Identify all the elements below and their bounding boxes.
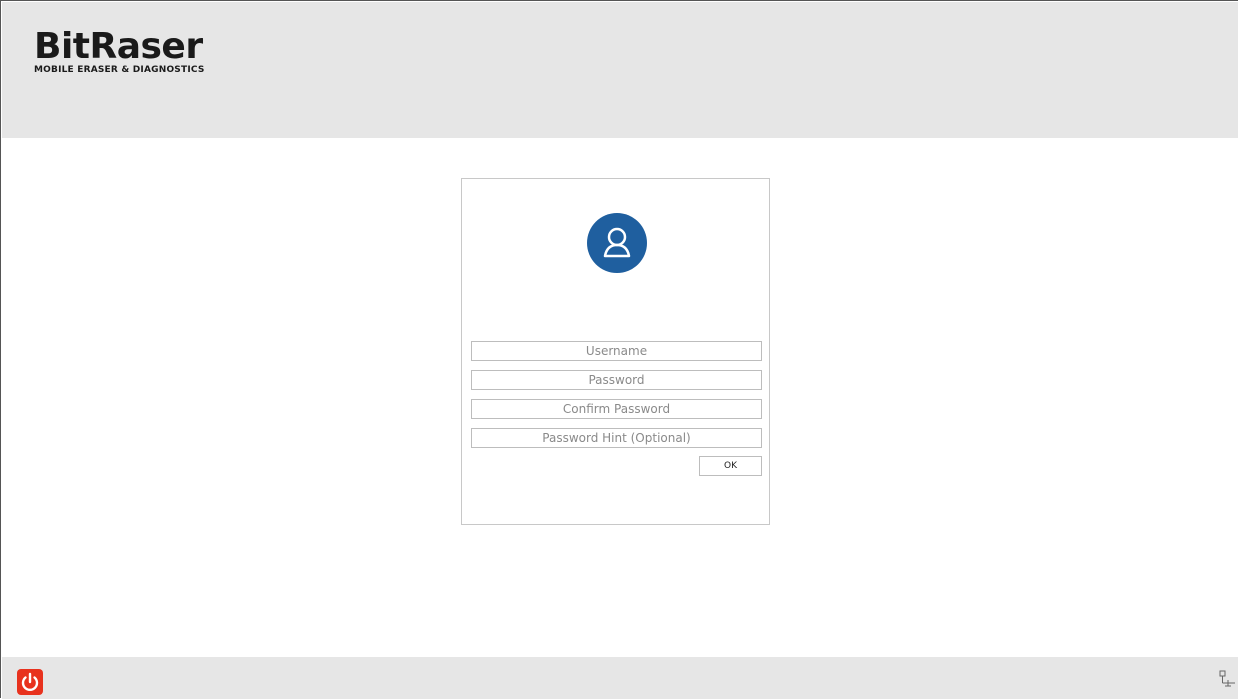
setup-card: OK xyxy=(461,178,770,525)
power-icon[interactable] xyxy=(17,669,43,695)
header-bar: BitRaser MOBILE ERASER & DIAGNOSTICS xyxy=(2,2,1238,138)
ok-button[interactable]: OK xyxy=(699,456,762,476)
logo: BitRaser MOBILE ERASER & DIAGNOSTICS xyxy=(34,26,205,76)
logo-tagline: MOBILE ERASER & DIAGNOSTICS xyxy=(34,65,205,75)
network-icon[interactable] xyxy=(1218,670,1236,692)
user-avatar-icon xyxy=(587,213,647,273)
confirm-password-input[interactable] xyxy=(471,399,762,419)
username-input[interactable] xyxy=(471,341,762,361)
logo-brand: BitRaser xyxy=(34,26,203,67)
footer-bar xyxy=(2,657,1238,699)
password-hint-input[interactable] xyxy=(471,428,762,448)
password-input[interactable] xyxy=(471,370,762,390)
app-window: BitRaser MOBILE ERASER & DIAGNOSTICS OK xyxy=(0,0,1238,699)
